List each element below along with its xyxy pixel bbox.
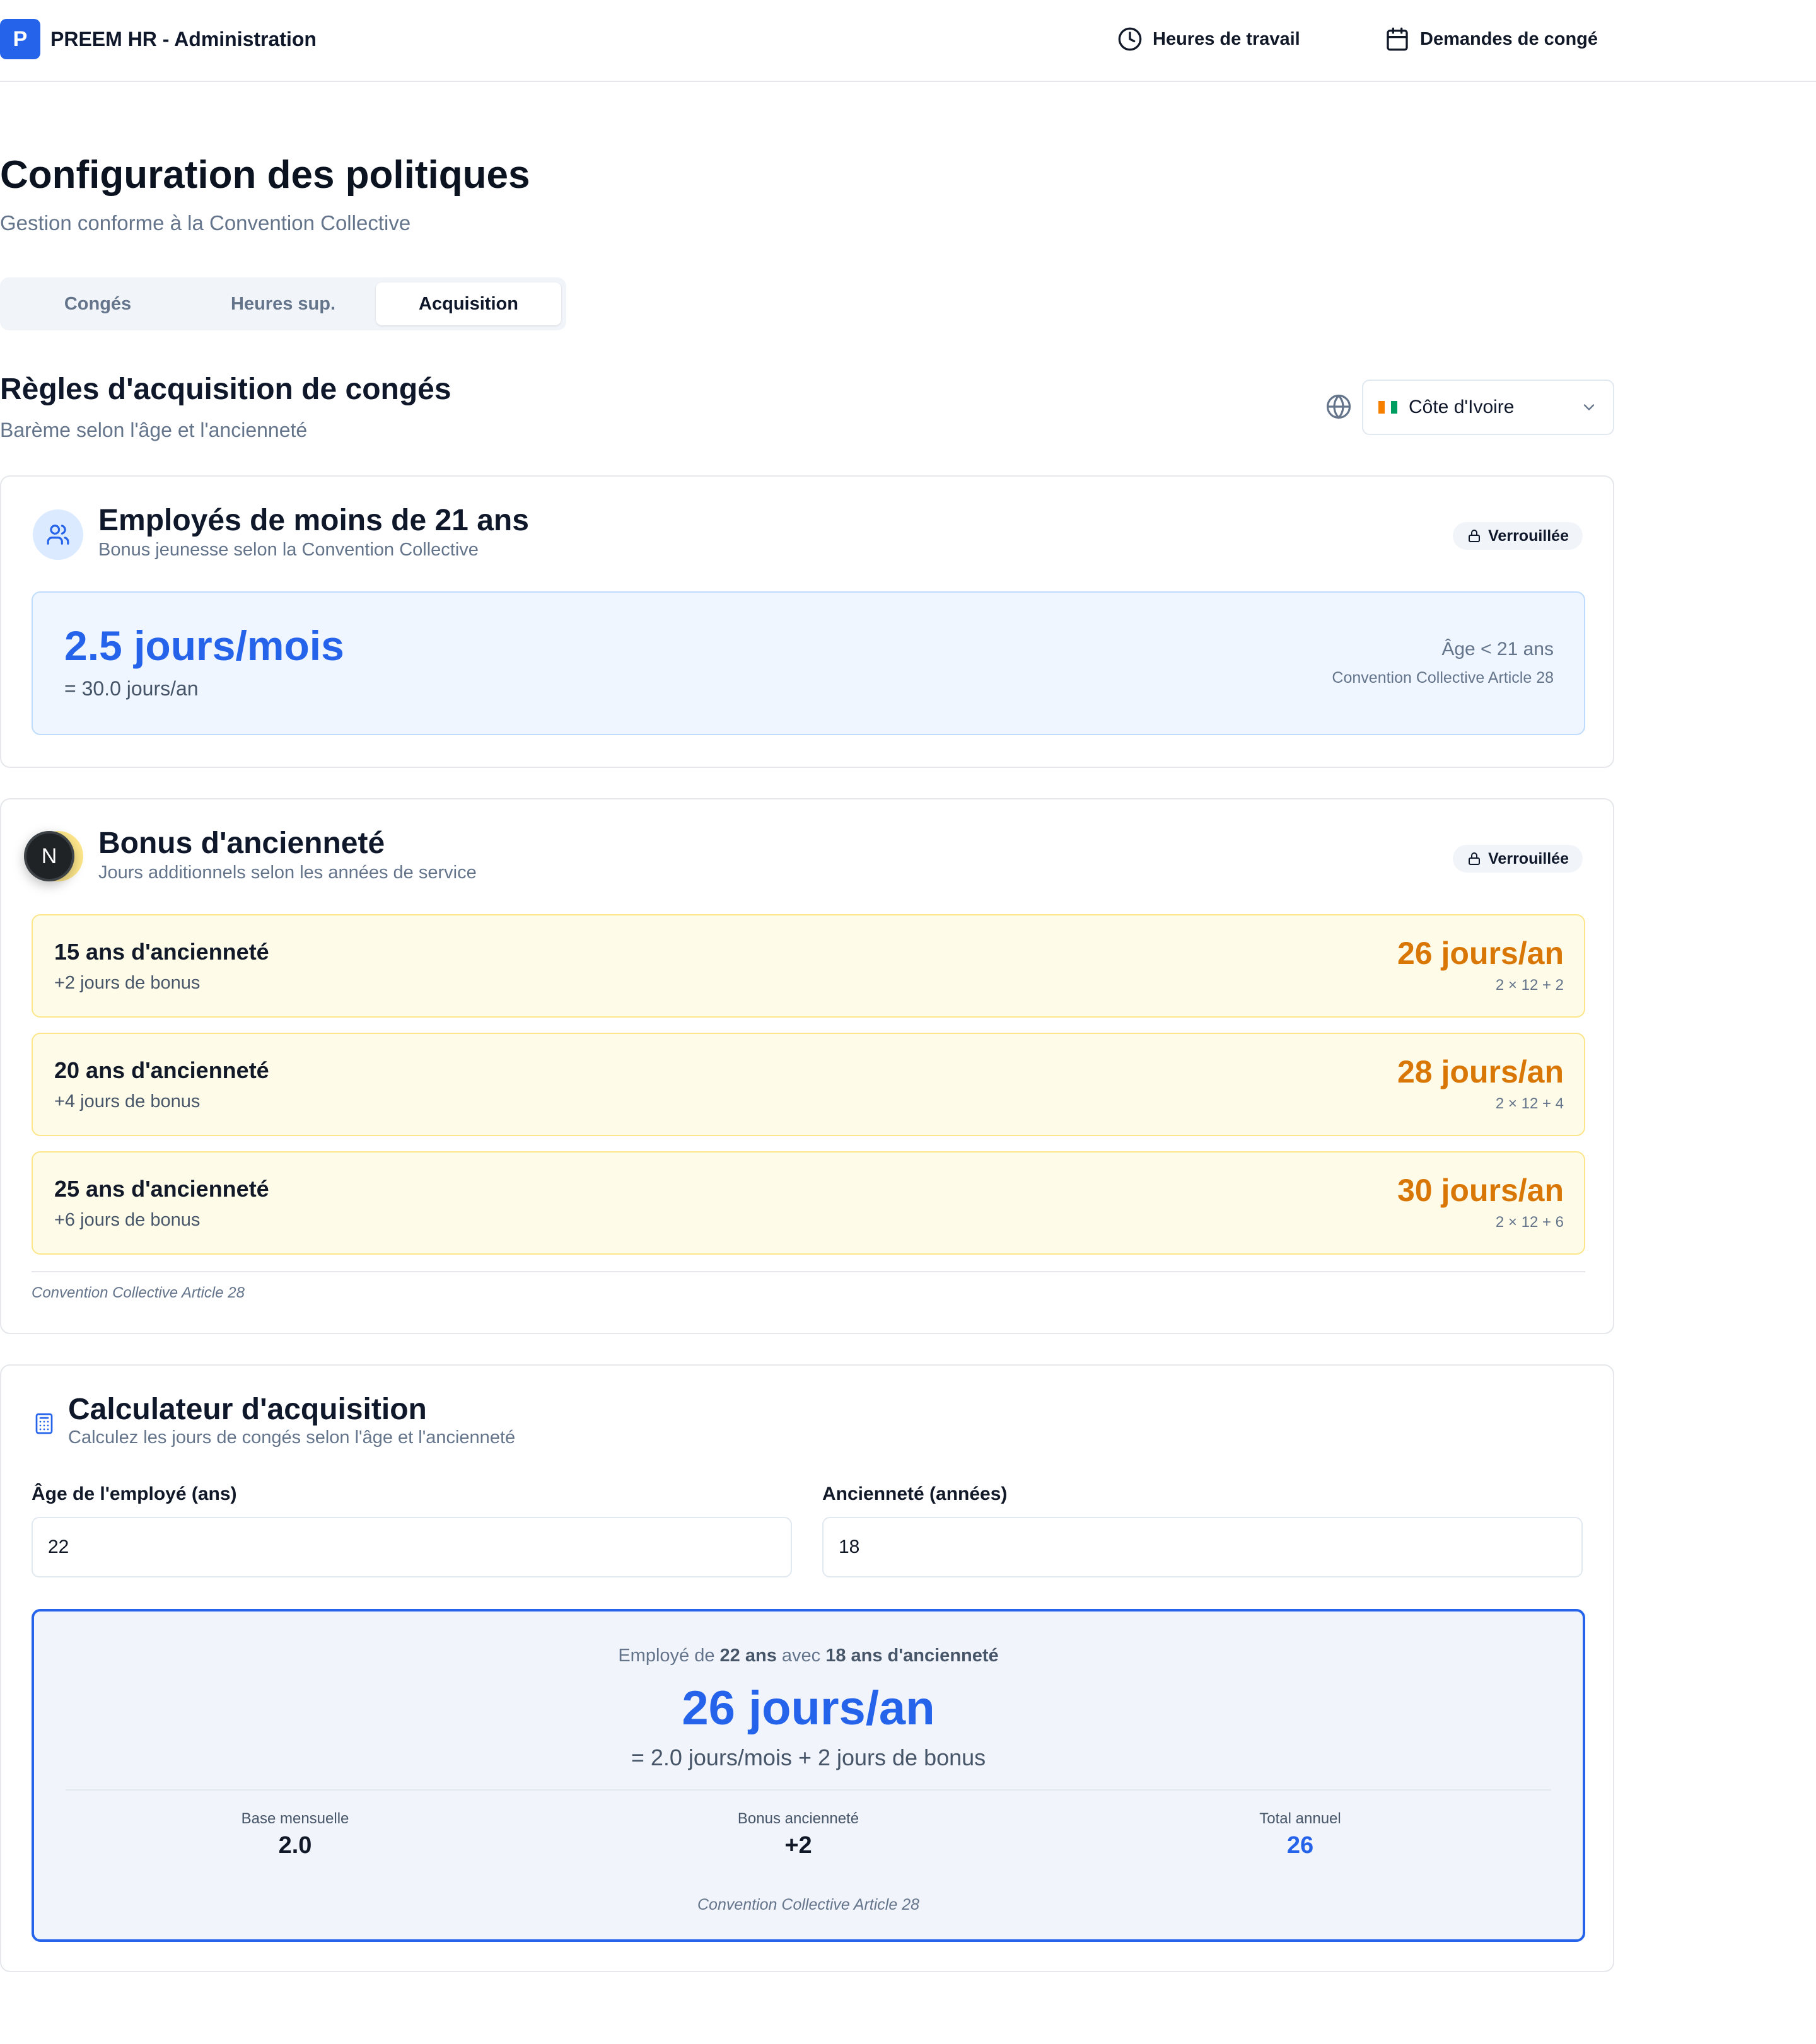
seniority-tier: 15 ans d'ancienneté +2 jours de bonus 26… <box>32 914 1585 1018</box>
seniority-tier: 20 ans d'ancienneté +4 jours de bonus 28… <box>32 1033 1585 1136</box>
tab-acquisition[interactable]: Acquisition <box>376 282 561 325</box>
section-subtitle: Barème selon l'âge et l'ancienneté <box>0 419 308 441</box>
locked-badge-label: Verrouillée <box>1488 526 1569 545</box>
youth-reference: Convention Collective Article 28 <box>1332 669 1554 687</box>
stat-monthly-base: Base mensuelle 2.0 <box>169 1808 421 1861</box>
tier-bonus: +6 jours de bonus <box>54 1210 201 1230</box>
caption-age: 22 ans <box>719 1646 777 1666</box>
lock-icon <box>1469 852 1481 865</box>
acquisition-calculator-card: Calculateur d'acquisition Calculez les j… <box>0 1364 1614 1972</box>
tier-value: 28 jours/an <box>1397 1054 1564 1089</box>
youth-rule-card: Employés de moins de 21 ans Bonus jeunes… <box>0 475 1614 768</box>
youth-card-title: Employés de moins de 21 ans <box>98 504 529 537</box>
youth-card-subtitle: Bonus jeunesse selon la Convention Colle… <box>98 540 479 560</box>
flag-icon <box>1378 401 1397 414</box>
nav-working-hours[interactable]: Heures de travail <box>1117 25 1300 53</box>
section-title: Règles d'acquisition de congés <box>0 373 451 406</box>
seniority-field-label: Ancienneté (années) <box>822 1484 1008 1504</box>
calculator-icon <box>35 1413 53 1434</box>
tier-formula: 2 × 12 + 4 <box>1495 1095 1564 1112</box>
tab-heures-sup[interactable]: Heures sup. <box>190 282 376 325</box>
caption-mid: avec <box>776 1646 826 1666</box>
tier-formula: 2 × 12 + 6 <box>1495 1214 1564 1231</box>
tier-title: 15 ans d'ancienneté <box>54 939 269 965</box>
users-icon <box>33 509 83 560</box>
caption-seniority: 18 ans d'ancienneté <box>825 1646 999 1666</box>
stat-value: 26 <box>1286 1832 1314 1859</box>
avatar[interactable]: N <box>24 831 74 881</box>
app-logo[interactable]: P <box>0 19 40 59</box>
stat-label: Base mensuelle <box>241 1810 349 1827</box>
stat-value: +2 <box>784 1832 812 1859</box>
age-input[interactable]: 22 <box>32 1517 792 1577</box>
stat-seniority-bonus: Bonus ancienneté +2 <box>672 1808 924 1861</box>
calculation-result-box: Employé de 22 ans avec 18 ans d'ancienne… <box>32 1609 1585 1942</box>
chevron-down-icon <box>1583 404 1595 410</box>
seniority-reference: Convention Collective Article 28 <box>32 1284 245 1301</box>
tier-bonus: +2 jours de bonus <box>54 973 201 993</box>
calendar-icon <box>1387 27 1408 51</box>
seniority-input[interactable]: 18 <box>822 1517 1583 1577</box>
result-formula: = 2.0 jours/mois + 2 jours de bonus <box>631 1745 986 1770</box>
locked-badge: Verrouillée <box>1453 845 1583 873</box>
result-reference: Convention Collective Article 28 <box>697 1896 920 1913</box>
youth-age-condition: Âge < 21 ans <box>1441 639 1554 659</box>
stat-value: 2.0 <box>278 1832 312 1859</box>
tier-formula: 2 × 12 + 2 <box>1495 977 1564 994</box>
tab-conges[interactable]: Congés <box>5 282 190 325</box>
result-total-days: 26 jours/an <box>682 1681 935 1735</box>
page-subtitle: Gestion conforme à la Convention Collect… <box>0 211 411 235</box>
tier-bonus: +4 jours de bonus <box>54 1091 201 1112</box>
policy-tabs: Congés Heures sup. Acquisition <box>0 277 566 330</box>
calculator-subtitle: Calculez les jours de congés selon l'âge… <box>68 1427 516 1448</box>
youth-monthly-rate: 2.5 jours/mois <box>64 622 344 669</box>
result-caption: Employé de 22 ans avec 18 ans d'ancienne… <box>34 1643 1583 1668</box>
stat-label: Bonus ancienneté <box>737 1810 859 1827</box>
country-select[interactable]: Côte d'Ivoire <box>1362 380 1614 435</box>
avatar-letter: N <box>41 844 57 868</box>
divider <box>32 1271 1585 1272</box>
app-title[interactable]: PREEM HR - Administration <box>50 25 317 53</box>
divider <box>66 1789 1551 1791</box>
nav-working-hours-label: Heures de travail <box>1153 29 1300 49</box>
seniority-bonus-card: N Bonus d'ancienneté Jours additionnels … <box>0 798 1614 1334</box>
nav-leave-requests[interactable]: Demandes de congé <box>1385 25 1598 53</box>
clock-icon <box>1118 27 1142 51</box>
top-navigation-bar: P PREEM HR - Administration Heures de tr… <box>0 0 1816 82</box>
youth-rate-box: 2.5 jours/mois = 30.0 jours/an Âge < 21 … <box>32 591 1585 735</box>
seniority-tier: 25 ans d'ancienneté +6 jours de bonus 30… <box>32 1151 1585 1255</box>
age-field-label: Âge de l'employé (ans) <box>32 1484 237 1504</box>
country-select-value: Côte d'Ivoire <box>1409 397 1515 417</box>
stat-annual-total: Total annuel 26 <box>1174 1808 1426 1861</box>
caption-prefix: Employé de <box>618 1646 720 1666</box>
tier-title: 25 ans d'ancienneté <box>54 1176 269 1202</box>
stat-label: Total annuel <box>1259 1810 1341 1827</box>
youth-annual-rate: = 30.0 jours/an <box>64 677 199 700</box>
locked-badge-label: Verrouillée <box>1488 849 1569 868</box>
tier-value: 30 jours/an <box>1397 1173 1564 1208</box>
nav-leave-requests-label: Demandes de congé <box>1420 29 1598 49</box>
calculator-title: Calculateur d'acquisition <box>68 1393 427 1426</box>
page-title: Configuration des politiques <box>0 153 530 197</box>
globe-icon <box>1326 394 1351 419</box>
lock-icon <box>1469 530 1481 542</box>
seniority-card-title: Bonus d'ancienneté <box>98 827 385 860</box>
seniority-card-subtitle: Jours additionnels selon les années de s… <box>98 862 477 883</box>
tier-value: 26 jours/an <box>1397 936 1564 971</box>
logo-letter: P <box>13 26 28 51</box>
tier-title: 20 ans d'ancienneté <box>54 1057 269 1083</box>
locked-badge: Verrouillée <box>1453 522 1583 550</box>
